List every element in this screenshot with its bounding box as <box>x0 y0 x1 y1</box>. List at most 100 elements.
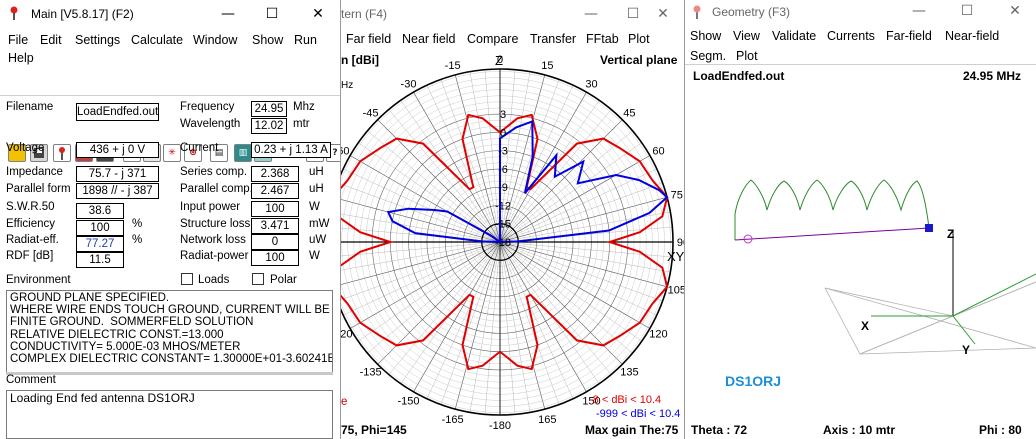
menu-show[interactable]: Show <box>252 33 283 47</box>
grid-spoke <box>499 241 560 405</box>
polar-plot: 30-3-6-9-12-15-1801530456075901051201351… <box>341 54 685 432</box>
geometry-filename: LoadEndfed.out <box>693 69 785 83</box>
menu-settings[interactable]: Settings <box>75 33 120 47</box>
close-button[interactable]: ✕ <box>298 0 338 28</box>
menu-run[interactable]: Run <box>294 33 317 47</box>
grid-spoke <box>499 241 673 258</box>
grid-spoke <box>499 79 560 243</box>
x-axis-text: X <box>861 319 870 333</box>
geometry-maximize-button[interactable]: ☐ <box>947 0 987 25</box>
dbi-header: n [dBi] <box>341 53 379 67</box>
grid-spoke <box>499 196 668 243</box>
geometry-close-button[interactable]: ✕ <box>995 0 1035 25</box>
menu-edit[interactable]: Edit <box>40 33 62 47</box>
menu-geo-validate[interactable]: Validate <box>772 29 816 43</box>
angle-label: 165 <box>538 414 556 426</box>
input-power-label: Input power <box>180 201 241 213</box>
impedance-field: 75.7 - j 371 <box>76 166 159 182</box>
angle-label: -120 <box>341 329 353 341</box>
radiat-power-unit: W <box>309 250 320 262</box>
network-loss-unit: uW <box>309 234 327 246</box>
current-label: Current <box>180 142 219 154</box>
grid-spoke <box>341 241 501 285</box>
ring-label: 3 <box>500 109 506 121</box>
parallel-comp-label: Parallel comp. <box>180 183 253 195</box>
comment-label: Comment <box>6 374 56 386</box>
angle-label: 75 <box>671 190 683 202</box>
menu-geo-plot[interactable]: Plot <box>736 49 758 63</box>
menu-plot[interactable]: Plot <box>628 32 650 46</box>
pattern-footer-left: 75, Phi=145 <box>341 423 407 437</box>
angle-label: -150 <box>397 395 419 407</box>
pattern-icon[interactable]: ✳ <box>163 144 181 162</box>
voltage-label: Voltage <box>6 142 45 154</box>
menu-geo-show[interactable]: Show <box>690 29 721 43</box>
menu-file[interactable]: File <box>8 33 28 47</box>
menu-calculate[interactable]: Calculate <box>131 33 183 47</box>
main-title: Main [V5.8.17] (F2) <box>31 7 134 21</box>
angle-label: 105 <box>668 284 685 296</box>
ring-label: -6 <box>498 164 508 176</box>
minimize-button[interactable]: — <box>208 0 248 28</box>
menu-near-field[interactable]: Near field <box>402 32 456 46</box>
parallel-form-label: Parallel form <box>6 183 71 195</box>
menu-compare[interactable]: Compare <box>467 32 518 46</box>
polar-checkbox[interactable] <box>252 273 264 285</box>
frequency-unit: Mhz <box>293 101 315 113</box>
menu-window[interactable]: Window <box>193 33 237 47</box>
legend-red: -8 < dBi < 10.4 <box>589 394 662 406</box>
swr-field: 38.6 <box>76 203 124 219</box>
menu-fftab[interactable]: FFtab <box>586 32 619 46</box>
menu-help[interactable]: Help <box>8 51 34 65</box>
input-power-field[interactable]: 100 <box>251 201 299 217</box>
main-titlebar: Main [V5.8.17] (F2) — ☐ ✕ <box>0 0 340 28</box>
radiat-eff-unit: % <box>132 234 143 246</box>
geometry-app-icon <box>693 5 701 19</box>
wavelength-field: 12.02 <box>251 118 287 134</box>
grid-spoke <box>440 241 501 405</box>
menu-far-field[interactable]: Far field <box>346 32 391 46</box>
geometry-minimize-button[interactable]: — <box>899 0 939 25</box>
radiat-power-field: 100 <box>251 250 299 266</box>
pattern-window: tern (F4) — ☐ ✕ Far field Near field Com… <box>341 0 685 439</box>
maximize-button[interactable]: ☐ <box>252 0 292 28</box>
loads-checkbox[interactable] <box>181 273 193 285</box>
geometry-icon[interactable] <box>53 144 71 162</box>
optimizer-icon[interactable]: ▥ <box>234 144 252 162</box>
angle-label: 15 <box>541 60 553 72</box>
voltage-field: 436 + j 0 V <box>76 142 159 158</box>
comment-textarea[interactable]: Loading End fed antenna DS1ORJ <box>6 390 333 439</box>
angle-label: 60 <box>652 146 664 158</box>
menu-transfer[interactable]: Transfer <box>530 32 576 46</box>
menu-geo-near-field[interactable]: Near-field <box>945 29 999 43</box>
menu-geo-segm[interactable]: Segm. <box>690 49 726 63</box>
xy-axis-label: XY <box>667 249 685 264</box>
structure-loss-label: Structure loss <box>180 218 251 230</box>
filename-field[interactable]: LoadEndfed.out <box>76 103 159 121</box>
axis-scale-readout: Axis : 10 mtr <box>823 423 896 437</box>
wavelength-label: Wavelength <box>180 118 241 130</box>
pattern-minimize-button[interactable]: — <box>571 0 611 28</box>
network-loss-label: Network loss <box>180 234 246 246</box>
pattern-close-button[interactable]: ✕ <box>643 0 683 28</box>
geometry-divider <box>685 64 1036 65</box>
pattern-footer-right: Max gain The:75 <box>585 423 679 437</box>
grid-spoke <box>454 74 501 243</box>
polar-label: Polar <box>270 274 297 286</box>
menu-geo-currents[interactable]: Currents <box>827 29 875 43</box>
toolbar: ▣ 3D ◍ ▦ ✳ ⊛ ▤ ▥ ⊞ 1:1 ▯ ? <box>0 70 340 162</box>
radiat-eff-label: Radiat-eff. <box>6 234 59 246</box>
environment-textarea[interactable]: GROUND PLANE SPECIFIED. WHERE WIRE ENDS … <box>6 290 333 373</box>
legend-blue: -999 < dBi < 10.4 <box>596 408 681 420</box>
angle-label: -60 <box>341 146 349 158</box>
axes <box>871 231 1036 345</box>
frequency-field[interactable]: 24.95 <box>251 101 287 117</box>
menu-geo-far-field[interactable]: Far-field <box>886 29 932 43</box>
grid-spoke <box>341 199 501 243</box>
menu-geo-view[interactable]: View <box>733 29 760 43</box>
app-icon <box>10 6 18 20</box>
angle-label: -45 <box>363 108 379 120</box>
efficiency-unit: % <box>132 218 143 230</box>
grid-spoke <box>454 241 501 410</box>
ground-plane <box>824 281 1036 355</box>
